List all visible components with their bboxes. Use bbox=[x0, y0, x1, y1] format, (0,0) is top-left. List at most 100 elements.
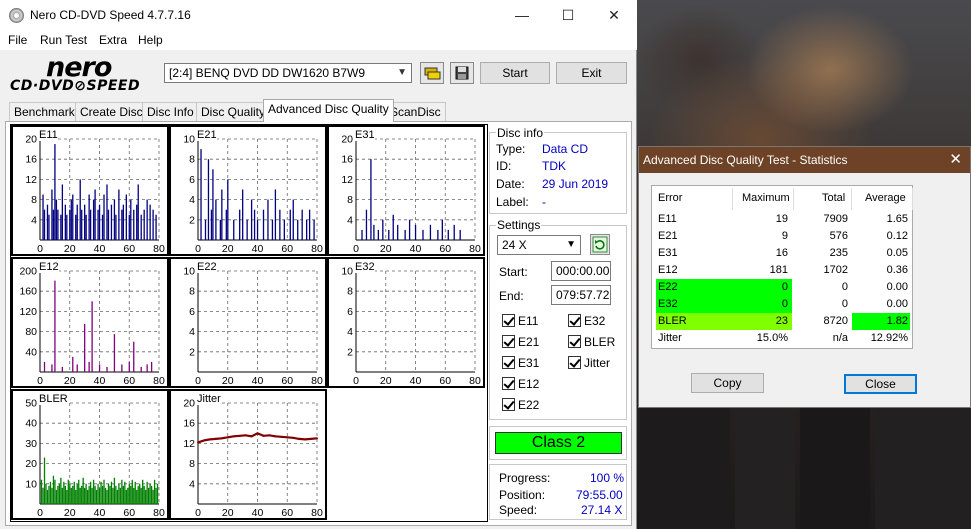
data-bar bbox=[98, 487, 101, 504]
dialog-close-icon[interactable]: ✕ bbox=[949, 150, 962, 168]
chart-title: E12 bbox=[39, 261, 59, 273]
y-tick-label: 80 bbox=[25, 326, 37, 338]
stats-row-bler: BLER 23 8720 1.82 bbox=[652, 313, 914, 330]
maximize-button[interactable]: ☐ bbox=[545, 0, 591, 30]
refresh-speed-button[interactable] bbox=[590, 234, 610, 255]
data-bar bbox=[79, 179, 81, 240]
data-point bbox=[197, 441, 199, 444]
close-window-button[interactable]: ✕ bbox=[591, 0, 637, 30]
speed-label: Speed: bbox=[499, 503, 538, 517]
data-bar bbox=[271, 219, 274, 240]
data-point bbox=[232, 435, 235, 438]
menu-extra[interactable]: Extra bbox=[99, 33, 127, 47]
y-tick-label: 40 bbox=[25, 418, 37, 430]
data-bar bbox=[42, 487, 44, 504]
y-tick-label: 10 bbox=[183, 134, 195, 146]
data-bar bbox=[92, 479, 95, 504]
tab-advanced-disc-quality[interactable]: Advanced Disc Quality bbox=[263, 99, 394, 122]
data-bar bbox=[85, 214, 87, 240]
checkbox-e22[interactable]: E22 bbox=[502, 398, 539, 412]
nero-logo: nero CD·DVD⊘SPEED bbox=[10, 52, 158, 96]
menu-run-test[interactable]: Run Test bbox=[40, 33, 87, 47]
end-time-input[interactable]: 079:57.72 bbox=[551, 285, 611, 305]
id-value: TDK bbox=[542, 159, 566, 173]
y-tick-label: 4 bbox=[347, 326, 353, 338]
copy-button[interactable]: Copy bbox=[691, 373, 764, 393]
data-bar bbox=[46, 489, 49, 504]
x-tick-label: 40 bbox=[410, 375, 422, 386]
save-button[interactable] bbox=[450, 62, 474, 84]
data-bar bbox=[52, 475, 55, 504]
y-tick-label: 8 bbox=[189, 458, 195, 470]
checkbox-e32[interactable]: E32 bbox=[568, 314, 605, 328]
stats-cell-max: 16 bbox=[775, 247, 788, 259]
data-bar bbox=[308, 209, 311, 240]
start-button[interactable]: Start bbox=[480, 62, 550, 84]
stats-cell-total: 235 bbox=[829, 247, 848, 259]
data-bar bbox=[113, 334, 116, 372]
data-bar bbox=[103, 479, 105, 504]
data-bar bbox=[89, 481, 92, 504]
data-bar bbox=[404, 229, 406, 240]
tab-disc-quality[interactable]: Disc Quality bbox=[196, 102, 271, 121]
checkbox-e12[interactable]: E12 bbox=[502, 377, 539, 391]
y-tick-label: 200 bbox=[19, 266, 37, 278]
data-point bbox=[262, 434, 265, 437]
data-bar bbox=[60, 477, 62, 504]
speed-select[interactable]: 24 X ▼ bbox=[497, 235, 581, 255]
chart-jitter-svg: 4 8 12 16 20 0 20 40 60 80 bbox=[183, 398, 323, 519]
chart-e21: E21 2 4 6 8 10 0 20 40 60 80 bbox=[169, 125, 327, 256]
menu-help[interactable]: Help bbox=[138, 33, 163, 47]
menu-file[interactable]: File bbox=[8, 33, 27, 47]
data-bar bbox=[155, 214, 157, 240]
data-bar bbox=[58, 483, 61, 504]
data-bar bbox=[153, 479, 156, 504]
tab-disc-info[interactable]: Disc Info bbox=[142, 102, 199, 121]
data-bar bbox=[45, 483, 47, 504]
drive-select[interactable]: [2:4] BENQ DVD DD DW1620 B7W9 ▼ bbox=[164, 63, 412, 83]
chart-title: E22 bbox=[197, 261, 217, 273]
x-tick-label: 80 bbox=[469, 375, 481, 386]
date-label: Date: bbox=[496, 177, 525, 191]
data-bar bbox=[101, 214, 104, 240]
chart-e11: E11 4 8 12 16 20 0 20 40 60 80 bbox=[11, 125, 169, 256]
data-bar bbox=[140, 487, 142, 504]
data-bar bbox=[46, 204, 49, 240]
checkbox-bler[interactable]: BLER bbox=[568, 335, 615, 349]
checkbox-e11[interactable]: E11 bbox=[502, 314, 538, 328]
data-bar bbox=[85, 483, 87, 504]
check-icon bbox=[502, 377, 515, 390]
start-time-input[interactable]: 000:00.00 bbox=[551, 261, 611, 281]
tab-create-disc[interactable]: Create Disc bbox=[75, 102, 148, 121]
data-bar bbox=[377, 229, 380, 240]
data-bar bbox=[43, 457, 46, 504]
close-button[interactable]: Close bbox=[844, 374, 917, 394]
data-bar bbox=[146, 199, 148, 240]
data-bar bbox=[97, 209, 99, 240]
drive-info-button[interactable] bbox=[420, 62, 444, 84]
stats-cell-max: 15.0% bbox=[756, 332, 788, 344]
data-bar bbox=[152, 209, 154, 240]
tab-benchmark[interactable]: Benchmark bbox=[9, 102, 80, 121]
stats-cell-total: n/a bbox=[832, 332, 848, 344]
exit-button[interactable]: Exit bbox=[556, 62, 627, 84]
y-tick-label: 8 bbox=[189, 286, 195, 298]
data-bar bbox=[48, 485, 50, 504]
checkbox-e31[interactable]: E31 bbox=[502, 356, 539, 370]
data-bar bbox=[128, 483, 130, 504]
checkbox-jitter[interactable]: Jitter bbox=[568, 356, 610, 370]
checkbox-e21[interactable]: E21 bbox=[502, 335, 539, 349]
tab-scandisc[interactable]: ScanDisc bbox=[385, 102, 446, 121]
chart-title: E31 bbox=[355, 129, 375, 141]
data-bar bbox=[107, 209, 110, 240]
x-tick-label: 60 bbox=[123, 375, 135, 386]
check-icon bbox=[502, 314, 515, 327]
x-tick-label: 40 bbox=[410, 243, 422, 254]
data-bar bbox=[61, 487, 64, 504]
data-bar bbox=[60, 214, 62, 240]
data-bar bbox=[72, 194, 74, 240]
data-bar bbox=[79, 487, 81, 504]
data-bar bbox=[84, 204, 86, 240]
data-point bbox=[280, 435, 283, 438]
minimize-button[interactable]: — bbox=[499, 0, 545, 30]
